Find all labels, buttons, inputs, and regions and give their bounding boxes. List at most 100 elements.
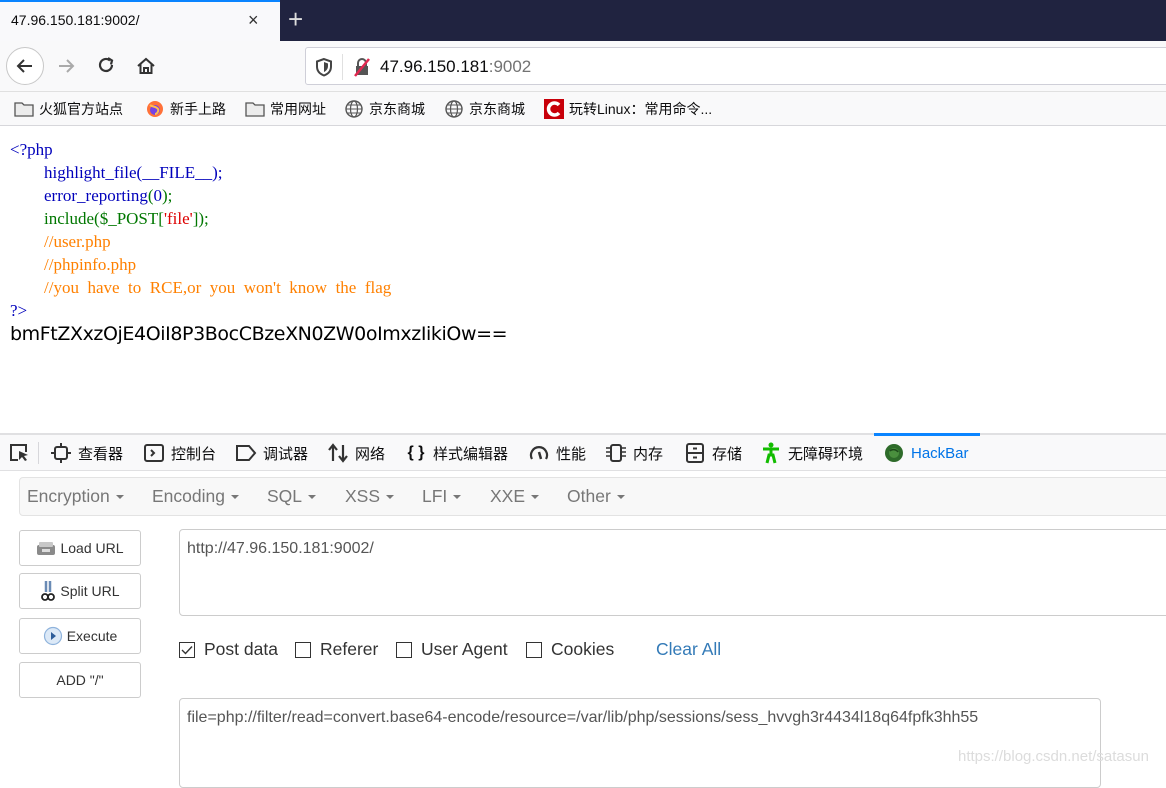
bookmark-item[interactable]: 玩转Linux：常用命令... [544, 99, 712, 119]
menu-encoding[interactable]: Encoding [152, 486, 239, 507]
bookmark-label: 玩转Linux：常用命令... [569, 101, 713, 117]
network-icon [327, 442, 349, 464]
menu-lfi[interactable]: LFI [422, 486, 462, 507]
url-host: 47.96.150.181 [380, 57, 489, 76]
menu-xss[interactable]: XSS [345, 486, 395, 507]
reload-icon [98, 57, 114, 73]
close-tab-icon[interactable]: × [248, 10, 259, 30]
bookmark-item[interactable]: 常用网址 [245, 99, 326, 119]
caret-down-icon [386, 495, 395, 500]
back-button[interactable] [6, 47, 44, 85]
add-slash-button[interactable]: ADD "/" [19, 662, 141, 698]
address-bar[interactable]: 47.96.150.181:9002 [305, 47, 1166, 85]
folder-icon [245, 100, 265, 118]
code-line: highlight_file(__FILE__); [44, 163, 223, 182]
reload-button[interactable] [90, 50, 122, 82]
inspector-icon [50, 442, 72, 464]
hackbar-icon [883, 442, 905, 464]
active-tab-indicator [874, 433, 980, 436]
clear-all-link[interactable]: Clear All [656, 639, 721, 660]
new-tab-button[interactable]: + [288, 5, 303, 33]
bookmark-item[interactable]: 火狐官方站点 [14, 99, 123, 119]
storage-icon [684, 442, 706, 464]
caret-down-icon [616, 495, 625, 500]
code-comment: //you have to RCE,or you won't know the … [44, 278, 392, 297]
url-text[interactable]: 47.96.150.181:9002 [380, 57, 531, 77]
memory-icon [605, 442, 627, 464]
tab-title: 47.96.150.181:9002/ [11, 12, 140, 28]
user-agent-checkbox[interactable]: User Agent [396, 639, 508, 660]
globe-icon [444, 100, 464, 118]
referer-checkbox[interactable]: Referer [295, 639, 378, 660]
bookmarks-toolbar: 火狐官方站点 新手上路 常用网址 京东商城 京东商城 玩转Linux：常用命令.… [0, 91, 1166, 126]
shield-icon[interactable] [315, 57, 333, 82]
browser-tab[interactable]: 47.96.150.181:9002/ × [0, 0, 280, 41]
checkbox-unchecked[interactable] [295, 641, 311, 658]
folder-icon [14, 100, 34, 118]
caret-down-icon [308, 495, 317, 500]
devtools-tab-memory[interactable]: 内存 [605, 435, 663, 471]
forward-arrow-icon [59, 59, 75, 73]
forward-button[interactable] [50, 50, 82, 82]
code-comment: //user.php [44, 232, 111, 251]
execute-button[interactable]: Execute [19, 618, 141, 654]
split-url-button[interactable]: Split URL [19, 573, 141, 609]
url-port: :9002 [488, 57, 532, 76]
php-source-code: <?php highlight_file(__FILE__); error_re… [10, 138, 391, 322]
bookmark-label: 火狐官方站点 [39, 101, 123, 117]
cookies-checkbox[interactable]: Cookies [526, 639, 614, 660]
firefox-icon [145, 100, 165, 118]
debugger-icon [235, 442, 257, 464]
devtools-tab-performance[interactable]: 性能 [528, 435, 586, 471]
code-line: error_reporting(0); [44, 186, 173, 205]
php-open-tag: <?php [10, 140, 53, 159]
play-icon [43, 626, 63, 646]
bookmark-label: 新手上路 [170, 101, 226, 117]
menu-sql[interactable]: SQL [267, 486, 317, 507]
post-data-checkbox[interactable]: Post data [179, 639, 278, 660]
menu-encryption[interactable]: Encryption [27, 486, 124, 507]
checkbox-unchecked[interactable] [396, 641, 412, 658]
insecure-lock-icon[interactable] [352, 57, 372, 82]
devtools-tab-inspector[interactable]: 查看器 [50, 435, 123, 471]
accessibility-icon [760, 442, 782, 464]
load-url-button[interactable]: Load URL [19, 530, 141, 566]
code-line: include($_POST['file']); [44, 209, 209, 228]
console-icon [143, 442, 165, 464]
code-comment: //phpinfo.php [44, 255, 137, 274]
devtools-tab-accessibility[interactable]: 无障碍环境 [760, 435, 863, 471]
devtools-toolbar: 查看器 控制台 调试器 网络 { } 样式编辑器 性能 内存 存储 无障碍环境 … [0, 433, 1166, 471]
watermark: https://blog.csdn.net/satasun [958, 748, 1149, 765]
element-picker-icon[interactable] [9, 443, 31, 468]
home-icon [137, 57, 155, 74]
toolbar-divider [38, 442, 39, 464]
devtools-tab-style-editor[interactable]: { } 样式编辑器 [405, 435, 508, 471]
globe-icon [344, 100, 364, 118]
devtools-tab-hackbar[interactable]: HackBar [883, 435, 969, 471]
caret-down-icon [115, 495, 124, 500]
hackbar-menu-bar: Encryption Encoding SQL XSS LFI XXE Othe… [19, 477, 1166, 516]
menu-other[interactable]: Other [567, 486, 625, 507]
bookmark-label: 京东商城 [369, 101, 425, 117]
bookmark-item[interactable]: 京东商城 [444, 99, 525, 119]
devtools-tab-debugger[interactable]: 调试器 [235, 435, 308, 471]
tab-strip: 47.96.150.181:9002/ × + [0, 0, 1166, 41]
base64-output: bmFtZXxzOjE4OiI8P3BocCBzeXN0ZW0oImxzIiki… [10, 323, 508, 345]
bookmark-item[interactable]: 京东商城 [344, 99, 425, 119]
caret-down-icon [453, 495, 462, 500]
caret-down-icon [531, 495, 540, 500]
checkbox-unchecked[interactable] [526, 641, 542, 658]
devtools-tab-storage[interactable]: 存储 [684, 435, 742, 471]
bookmark-label: 京东商城 [469, 101, 525, 117]
url-textarea[interactable]: http://47.96.150.181:9002/ [179, 529, 1166, 616]
home-button[interactable] [130, 50, 162, 82]
php-close-tag: ?> [10, 301, 28, 320]
style-editor-icon: { } [407, 444, 425, 461]
menu-xxe[interactable]: XXE [490, 486, 540, 507]
back-arrow-icon [16, 59, 32, 73]
csdn-icon [544, 99, 564, 119]
devtools-tab-console[interactable]: 控制台 [143, 435, 216, 471]
checkbox-checked[interactable] [179, 641, 195, 658]
devtools-tab-network[interactable]: 网络 [327, 435, 385, 471]
bookmark-item[interactable]: 新手上路 [145, 99, 226, 119]
